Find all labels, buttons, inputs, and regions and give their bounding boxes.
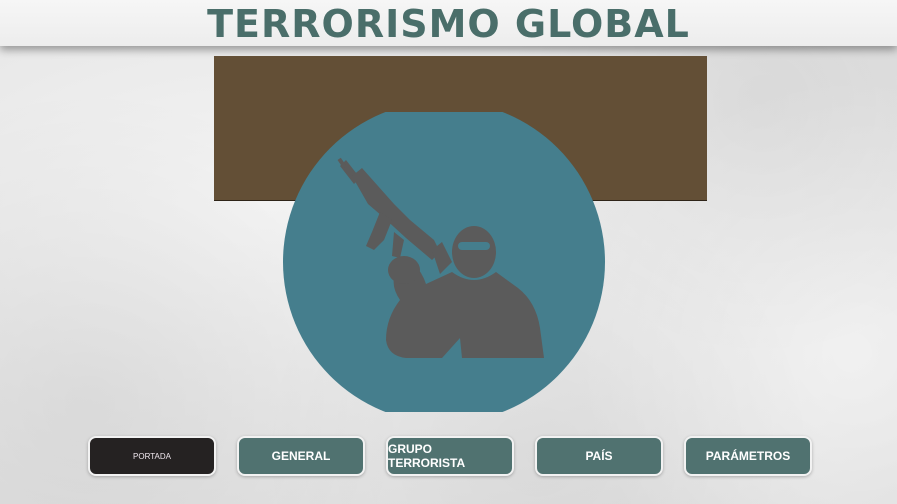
nav-button-portada[interactable]: PORTADA bbox=[88, 436, 216, 476]
emblem-graphic bbox=[283, 112, 605, 412]
page-header: TERRORISMO GLOBAL bbox=[0, 0, 897, 46]
nav-button-general[interactable]: GENERAL bbox=[237, 436, 365, 476]
mask-eye-slit bbox=[458, 242, 490, 250]
page-title: TERRORISMO GLOBAL bbox=[207, 2, 690, 46]
main-navigation: PORTADA GENERAL GRUPO TERRORISTA PAÍS PA… bbox=[0, 436, 897, 478]
nav-button-pais[interactable]: PAÍS bbox=[535, 436, 663, 476]
nav-button-parametros[interactable]: PARÁMETROS bbox=[684, 436, 812, 476]
nav-button-grupo-terrorista[interactable]: GRUPO TERRORISTA bbox=[386, 436, 514, 476]
